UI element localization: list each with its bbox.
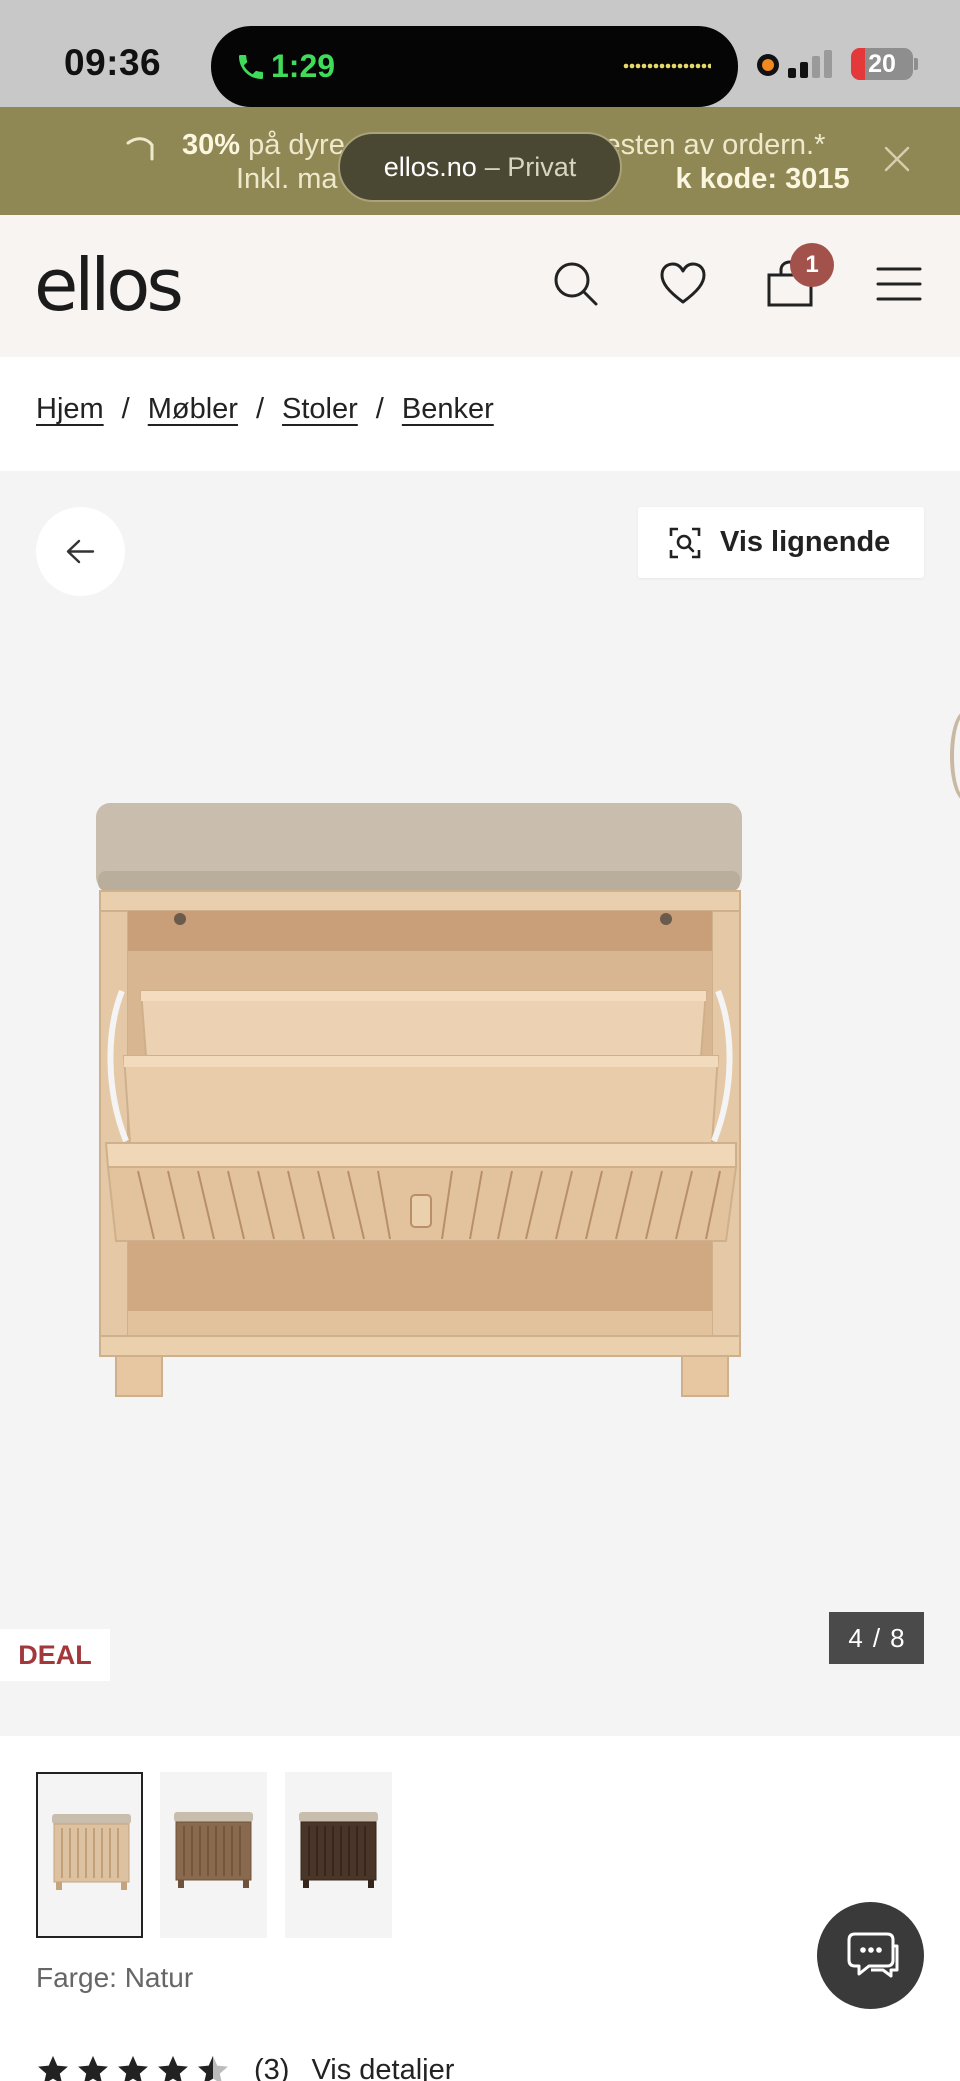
- search-icon[interactable]: [551, 259, 601, 309]
- phone-call-icon: [239, 55, 263, 79]
- cart-count-badge: 1: [790, 243, 834, 287]
- promo-arrow-icon: [126, 137, 154, 161]
- chat-icon: [847, 1932, 899, 1978]
- battery-icon: 20: [851, 48, 913, 80]
- dynamic-island[interactable]: 1:29: [211, 26, 738, 107]
- audio-waveform-icon: [623, 63, 711, 69]
- thumbnail-image: [52, 1814, 131, 1890]
- show-similar-label: Vis lignende: [720, 526, 891, 558]
- breadcrumb: Hjem / Møbler / Stoler / Benker: [36, 393, 494, 425]
- image-counter-current: 4: [848, 1622, 863, 1653]
- rating-count: (3): [254, 2053, 290, 2081]
- star-half-icon: [198, 2055, 228, 2081]
- star-full-icon: [78, 2055, 108, 2081]
- next-image-peek: [950, 711, 960, 801]
- close-icon[interactable]: [882, 144, 912, 174]
- star-full-icon: [118, 2055, 148, 2081]
- recording-indicator-icon: [757, 54, 779, 76]
- breadcrumb-stoler[interactable]: Stoler: [282, 393, 358, 425]
- visual-search-icon: [669, 527, 701, 558]
- selected-color-label: Farge: Natur: [36, 1962, 194, 1993]
- show-similar-button[interactable]: Vis lignende: [638, 507, 924, 578]
- color-thumbnail-natur[interactable]: [36, 1772, 143, 1938]
- color-thumbnail-morkebrun[interactable]: [285, 1772, 392, 1938]
- heart-icon[interactable]: [658, 259, 708, 309]
- signal-strength-icon: [788, 48, 836, 78]
- breadcrumb-benker[interactable]: Benker: [402, 393, 494, 425]
- star-full-icon: [158, 2055, 188, 2081]
- deal-badge: DEAL: [0, 1629, 110, 1681]
- product-gallery[interactable]: Vis lignende DEAL 4 / 8: [0, 471, 960, 1736]
- image-counter-total: 8: [890, 1622, 905, 1653]
- url-bar[interactable]: ellos.no – Privat: [338, 132, 622, 202]
- product-image[interactable]: [86, 791, 756, 1411]
- thumbnail-image: [299, 1812, 378, 1888]
- product-rating[interactable]: (3) Vis detaljer: [36, 2050, 454, 2081]
- star-full-icon: [38, 2055, 68, 2081]
- battery-cap: [914, 58, 918, 70]
- color-thumbnail-brun[interactable]: [160, 1772, 267, 1938]
- image-counter: 4 / 8: [829, 1612, 924, 1664]
- breadcrumb-home[interactable]: Hjem: [36, 393, 104, 425]
- url-domain: ellos.no: [383, 151, 477, 182]
- call-duration: 1:29: [271, 48, 336, 84]
- rating-details-link[interactable]: Vis detaljer: [311, 2054, 454, 2081]
- breadcrumb-mobler[interactable]: Møbler: [148, 393, 238, 425]
- chat-button[interactable]: [817, 1902, 924, 2009]
- browsing-mode: – Privat: [484, 151, 577, 182]
- battery-level: 20: [868, 50, 896, 78]
- back-button[interactable]: [36, 507, 125, 596]
- status-time: 09:36: [64, 42, 162, 83]
- menu-icon[interactable]: [874, 259, 924, 309]
- ellos-logo[interactable]: ellos: [34, 243, 184, 327]
- status-bar: 09:36 1:29 20: [0, 0, 960, 107]
- arrow-left-icon: [66, 539, 95, 564]
- image-counter-separator: /: [872, 1622, 881, 1653]
- thumbnail-image: [174, 1812, 253, 1888]
